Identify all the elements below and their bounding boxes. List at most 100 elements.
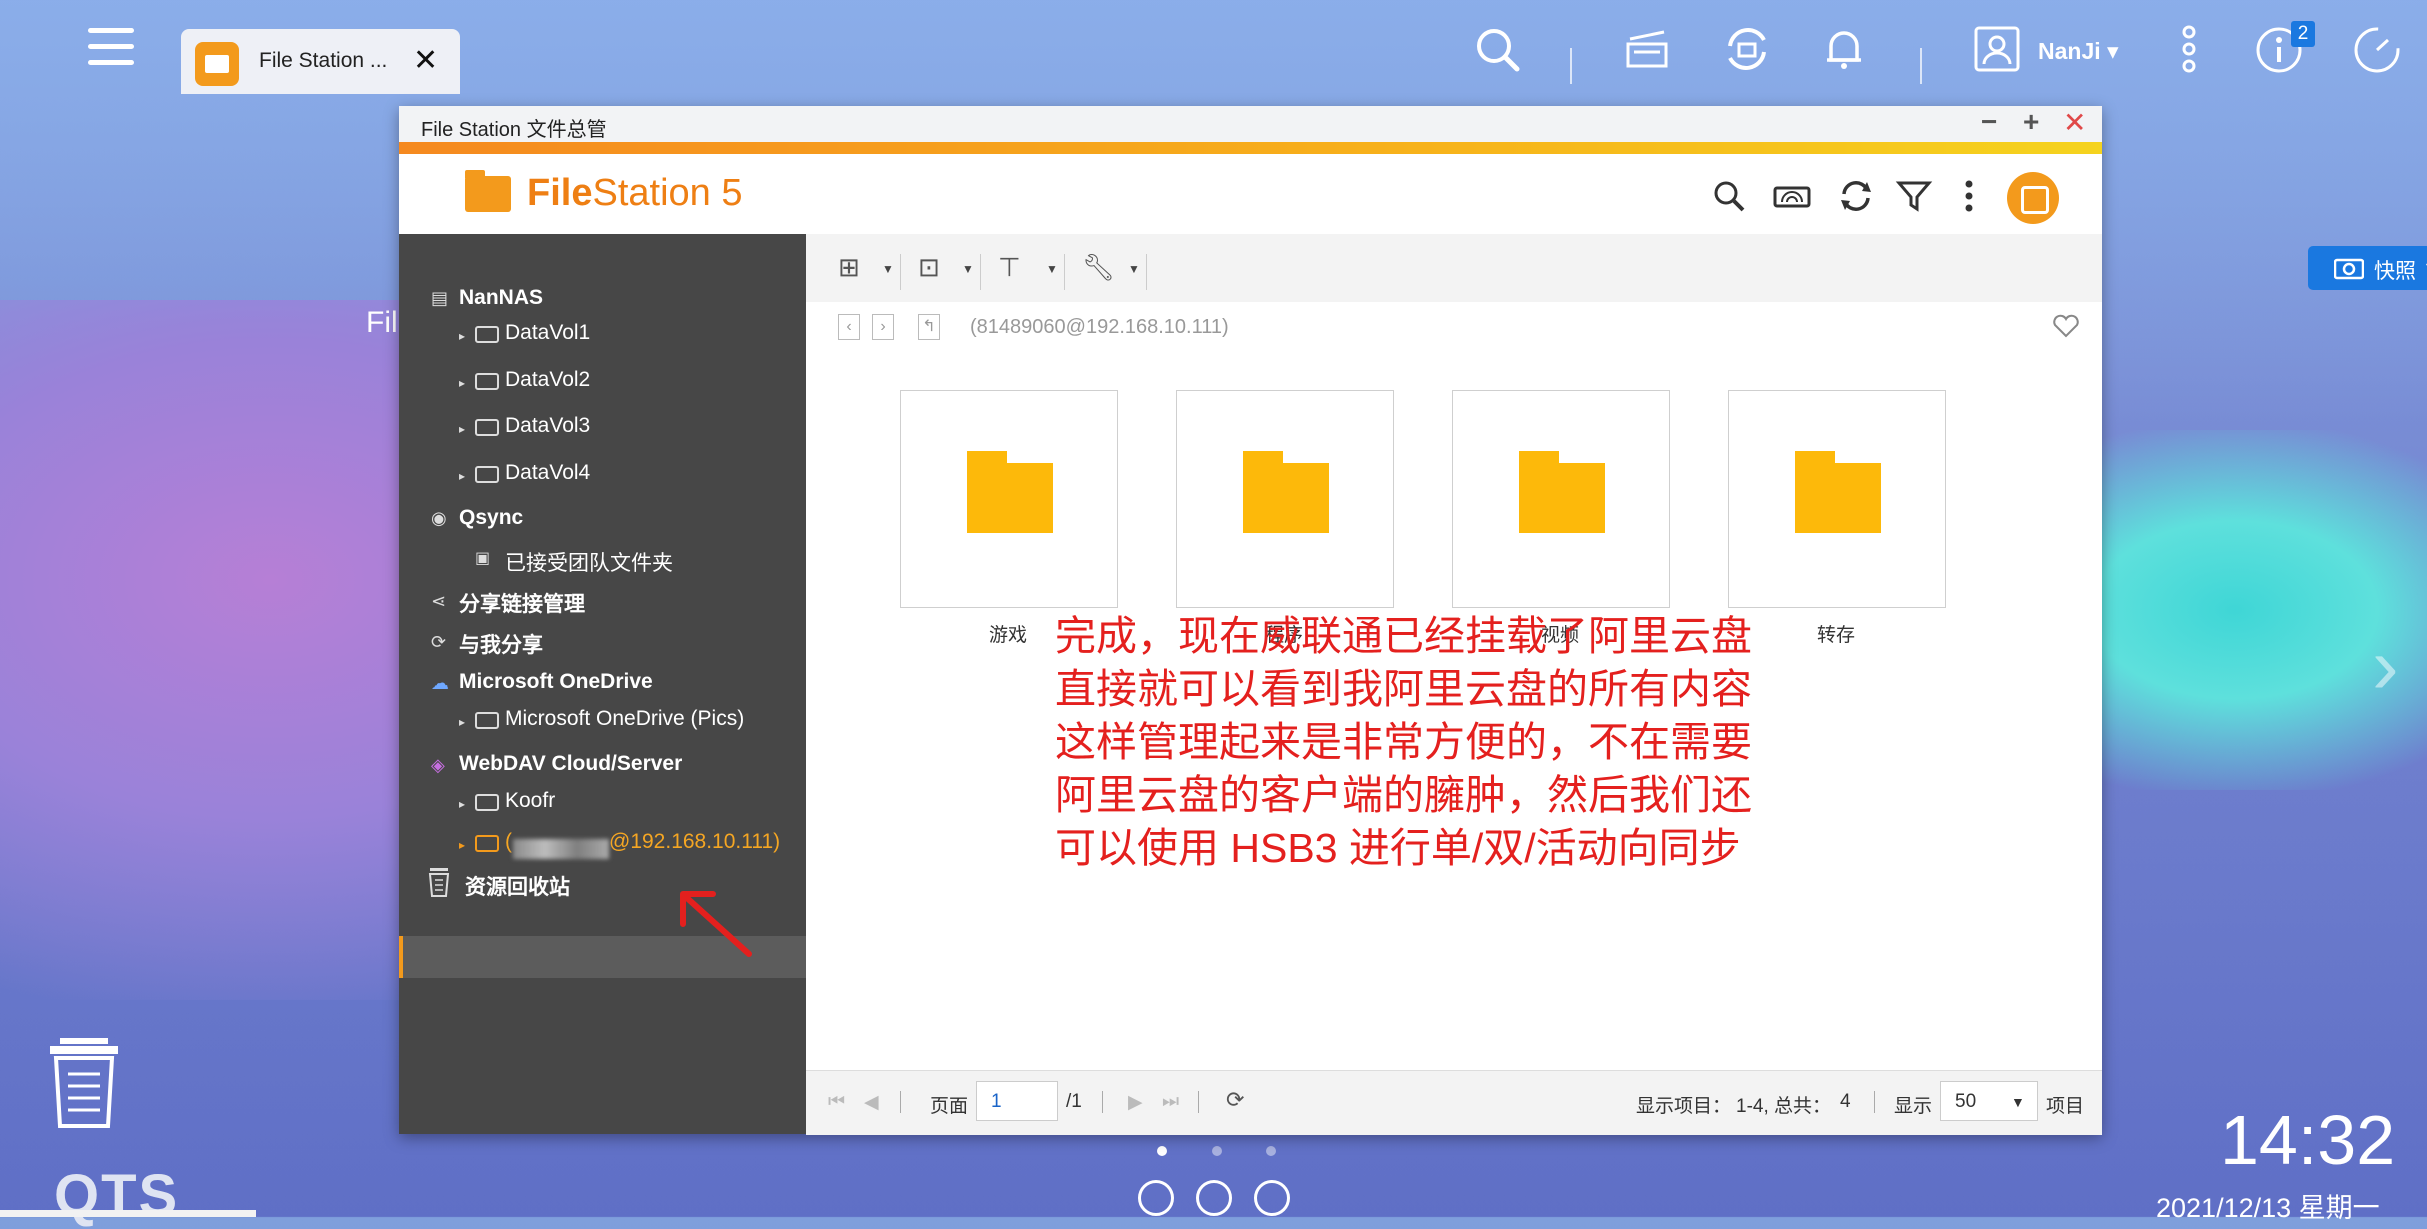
app-header: FileStation 5 bbox=[399, 154, 2102, 235]
background-tasks-icon[interactable] bbox=[1620, 22, 1674, 76]
total-count: 4 bbox=[1840, 1091, 1851, 1112]
back-icon[interactable]: ‹ bbox=[838, 314, 860, 340]
folder-icon bbox=[967, 451, 1053, 533]
notification-bell-icon[interactable] bbox=[1817, 22, 1871, 76]
expand-arrow-icon[interactable]: ▸ bbox=[459, 422, 465, 436]
sidebar-item-datavol4[interactable]: DataVol4 bbox=[505, 461, 590, 485]
user-menu[interactable]: NanJi ▾ bbox=[2038, 38, 2119, 65]
sidebar-item-alicloud-webdav[interactable]: @192.168.10.111) bbox=[609, 830, 780, 854]
current-path[interactable]: (81489060@192.168.10.111) bbox=[970, 316, 1229, 339]
maximize-icon[interactable]: + bbox=[2023, 106, 2039, 138]
expand-arrow-icon[interactable]: ▸ bbox=[459, 469, 465, 483]
view-mode-icon[interactable]: ⊞ bbox=[838, 252, 860, 283]
background-task-monitor-icon[interactable] bbox=[2007, 172, 2059, 224]
page-number-input[interactable]: 1 bbox=[976, 1081, 1058, 1121]
remote-mount-icon[interactable] bbox=[1772, 176, 1812, 216]
favorite-heart-icon[interactable] bbox=[2052, 314, 2080, 338]
sidebar-item-onedrive-pics[interactable]: Microsoft OneDrive (Pics) bbox=[505, 707, 744, 731]
sidebar-item-datavol1[interactable]: DataVol1 bbox=[505, 321, 590, 345]
expand-arrow-icon[interactable]: ▸ bbox=[459, 797, 465, 811]
expand-arrow-icon[interactable]: ▸ bbox=[459, 838, 465, 852]
sidebar-item-shared-with-me[interactable]: 与我分享 bbox=[459, 629, 543, 659]
folder-tile[interactable] bbox=[900, 390, 1118, 608]
desktop-page-dot-active[interactable] bbox=[1157, 1146, 1167, 1156]
snapshot-button[interactable]: 快照 ▾ bbox=[2308, 246, 2427, 290]
sidebar-item-label-prefix[interactable]: ( bbox=[505, 830, 512, 854]
parent-folder-icon[interactable]: ↰ bbox=[918, 314, 940, 340]
search-icon[interactable] bbox=[1470, 22, 1524, 76]
refresh-icon[interactable] bbox=[1836, 176, 1876, 216]
user-name: NanJi bbox=[2038, 38, 2101, 64]
user-avatar-icon[interactable] bbox=[1970, 22, 2024, 76]
sidebar-item-datavol2[interactable]: DataVol2 bbox=[505, 368, 590, 392]
tools-wrench-icon[interactable]: 🔧︎ bbox=[1082, 252, 1115, 283]
sidebar-item-team-folder[interactable]: 已接受团队文件夹 bbox=[505, 547, 673, 577]
desktop-app-label[interactable]: Fil bbox=[366, 306, 398, 340]
path-bar: ‹ › ↰ (81489060@192.168.10.111) bbox=[806, 302, 2102, 351]
chevron-down-icon: ▼ bbox=[2011, 1094, 2025, 1110]
sidebar-item-koofr[interactable]: Koofr bbox=[505, 789, 555, 813]
filter-icon[interactable] bbox=[1894, 176, 1934, 216]
page-total: /1 bbox=[1066, 1091, 1082, 1112]
close-icon[interactable]: ✕ bbox=[413, 43, 438, 78]
taskbar-tab-label: File Station ... bbox=[259, 49, 388, 72]
display-items-range: 1-4, 总共： bbox=[1736, 1096, 1832, 1117]
folder-icon bbox=[1519, 451, 1605, 533]
chevron-down-icon[interactable]: ▼ bbox=[962, 262, 974, 276]
chevron-down-icon[interactable]: ▼ bbox=[1128, 262, 1140, 276]
more-options-icon[interactable] bbox=[2170, 22, 2224, 76]
main-menu-icon[interactable] bbox=[88, 28, 134, 72]
drive-icon bbox=[475, 835, 499, 852]
file-station-logo-icon bbox=[465, 170, 511, 212]
expand-arrow-icon[interactable]: ▸ bbox=[459, 376, 465, 390]
desktop-page-dot[interactable] bbox=[1212, 1146, 1222, 1156]
folder-tile[interactable] bbox=[1728, 390, 1946, 608]
sidebar-item-onedrive[interactable]: Microsoft OneDrive bbox=[459, 670, 653, 694]
first-page-icon[interactable]: ⏮︎ bbox=[828, 1091, 845, 1113]
close-window-icon[interactable]: ✕ bbox=[2063, 106, 2086, 139]
onedrive-cloud-icon: ☁ bbox=[431, 673, 449, 693]
divider bbox=[1102, 1091, 1103, 1113]
shared-with-me-icon: ⟳ bbox=[431, 632, 447, 652]
refresh-icon[interactable]: ⟳ bbox=[1226, 1087, 1244, 1113]
bottom-strip bbox=[0, 1210, 256, 1217]
chevron-right-icon[interactable]: › bbox=[2372, 620, 2399, 712]
desktop-recycle-bin-icon[interactable] bbox=[46, 1034, 122, 1130]
sidebar-item-share-links[interactable]: 分享链接管理 bbox=[459, 588, 585, 618]
dock-tools-icon[interactable] bbox=[1196, 1180, 1232, 1216]
upload-icon[interactable]: ⊤ bbox=[998, 252, 1021, 283]
more-options-icon[interactable] bbox=[1949, 176, 1989, 216]
taskbar-tab-file-station[interactable]: File Station ... ✕ bbox=[181, 29, 460, 94]
sidebar-item-recycle-bin[interactable]: 资源回收站 bbox=[465, 871, 570, 901]
next-page-icon[interactable]: ▶︎ bbox=[1128, 1091, 1143, 1114]
folder-tile[interactable] bbox=[1176, 390, 1394, 608]
desktop-page-dot[interactable] bbox=[1266, 1146, 1276, 1156]
window-title: File Station 文件总管 bbox=[421, 119, 607, 141]
resource-monitor-icon[interactable] bbox=[2350, 22, 2404, 76]
minimize-icon[interactable]: − bbox=[1981, 106, 1997, 138]
prev-page-icon[interactable]: ◀︎ bbox=[864, 1091, 879, 1114]
sidebar-item-webdav[interactable]: WebDAV Cloud/Server bbox=[459, 752, 682, 776]
dock-book-icon[interactable] bbox=[1254, 1180, 1290, 1216]
forward-icon[interactable]: › bbox=[872, 314, 894, 340]
items-per-page-select[interactable]: 50 ▼ bbox=[1940, 1081, 2038, 1121]
expand-arrow-icon[interactable]: ▸ bbox=[459, 329, 465, 343]
sync-device-icon[interactable] bbox=[1720, 22, 1774, 76]
last-page-icon[interactable]: ⏭︎ bbox=[1162, 1091, 1179, 1113]
items-per-page-value: 50 bbox=[1955, 1091, 1977, 1112]
folder-tile[interactable] bbox=[1452, 390, 1670, 608]
sidebar-item-nannas[interactable]: NanNAS bbox=[459, 286, 543, 310]
sidebar-item-qsync[interactable]: Qsync bbox=[459, 506, 523, 530]
dock-cloud-icon[interactable] bbox=[1138, 1180, 1174, 1216]
desktop-date: 2021/12/13 星期一 bbox=[2156, 1193, 2380, 1223]
drive-icon bbox=[475, 466, 499, 483]
search-icon[interactable] bbox=[1709, 176, 1749, 216]
annotation-line: 完成，现在威联通已经挂载了阿里云盘 bbox=[1055, 613, 1752, 659]
chevron-down-icon[interactable]: ▼ bbox=[1046, 262, 1058, 276]
sidebar-item-datavol3[interactable]: DataVol3 bbox=[505, 414, 590, 438]
window-titlebar[interactable]: File Station 文件总管 − + ✕ bbox=[399, 106, 2102, 142]
create-folder-icon[interactable]: ⊡ bbox=[918, 252, 940, 283]
file-station-app-icon bbox=[195, 42, 239, 86]
chevron-down-icon[interactable]: ▼ bbox=[882, 262, 894, 276]
expand-arrow-icon[interactable]: ▸ bbox=[459, 715, 465, 729]
